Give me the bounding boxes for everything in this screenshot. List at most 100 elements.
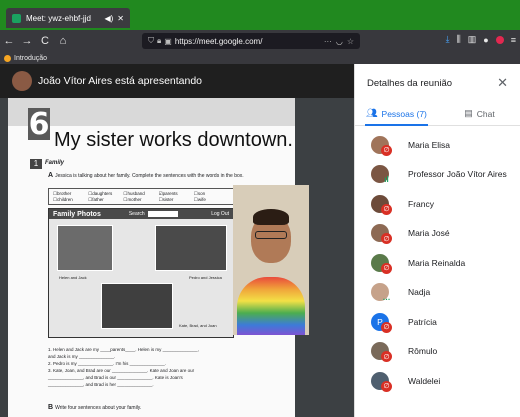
family-photos-logout: Log Out <box>211 211 229 217</box>
photo-kate-brad-joan <box>101 283 173 329</box>
mic-off-icon: ∅ <box>381 233 392 245</box>
family-photos-search-box <box>147 211 178 217</box>
library-icon[interactable]: ⫼ <box>457 34 461 45</box>
presenter-text: João Vítor Aires está apresentando <box>38 75 203 87</box>
word-box: brother daughters husband parents son ch… <box>48 188 234 205</box>
speaker-icon[interactable]: ◀) <box>104 14 113 23</box>
page-actions-icon[interactable]: ··· <box>324 37 332 46</box>
participant-row[interactable]: ∅ Maria Elisa <box>355 130 520 160</box>
download-icon[interactable]: ⤓ <box>446 34 450 45</box>
shield-icon: ⛉ <box>148 36 154 45</box>
panel-tabs: 👥︎ Pessoas (7) ▤ Chat <box>355 102 520 126</box>
exercise-line: ______________, and Brad is her ________… <box>48 382 154 387</box>
presenter-avatar <box>12 71 32 91</box>
participant-row[interactable]: ∅ Waldelei <box>355 366 520 396</box>
family-photos-search-label: Search <box>128 211 145 217</box>
participant-row[interactable]: ∅ Rômulo <box>355 337 520 367</box>
presenter-banner: João Vítor Aires está apresentando <box>0 64 354 98</box>
participant-list: ∅ Maria Elisa ıl Professor João Vítor Ai… <box>355 130 520 396</box>
reload-button[interactable]: C <box>36 35 54 47</box>
avatar: ıl <box>371 165 389 185</box>
chapter-number: 6 <box>28 106 50 142</box>
mic-off-icon: ∅ <box>381 203 392 215</box>
participant-row[interactable]: P ∅ Patrícia <box>355 307 520 337</box>
pocket-icon[interactable]: ◡ <box>336 37 343 46</box>
address-bar[interactable]: ⛉ 🔒︎ ▣ https://meet.google.com/ ··· ◡ ☆ <box>142 33 360 49</box>
meet-favicon-icon <box>12 13 21 23</box>
participant-name: Nadja <box>408 287 431 298</box>
tab-close-icon[interactable]: ✕ <box>117 14 124 23</box>
participant-name: Maria Reinalda <box>408 257 466 268</box>
book-title: My sister works downtown. <box>54 129 293 151</box>
participant-row[interactable]: ∅ Maria José <box>355 219 520 249</box>
panel-close-button[interactable]: ✕ <box>497 75 508 91</box>
caption-kate-brad-joan: Kate, Brad, and Joan <box>179 323 217 328</box>
avatar: … <box>371 283 391 303</box>
photo-helen-jack <box>57 225 113 271</box>
participant-name: Patrícia <box>408 316 437 327</box>
tab-chat[interactable]: ▤ Chat <box>438 102 520 125</box>
tab-title: Meet: ywz-ehbf-jjd <box>26 13 91 23</box>
participant-name: Francy <box>408 198 434 209</box>
forward-button[interactable]: → <box>18 35 36 47</box>
word-item: father <box>88 197 123 203</box>
permissions-icon[interactable]: ▣ <box>164 37 172 46</box>
participant-row[interactable]: … Nadja <box>355 278 520 308</box>
instruction-letter: A <box>48 172 54 179</box>
participant-row[interactable]: ıl Professor João Vítor Aires <box>355 160 520 190</box>
chat-icon: ▤ <box>464 108 473 118</box>
section-number: 1 <box>30 159 42 169</box>
exercise-lines: 1. Helen and Jack are my ____parents____… <box>48 346 248 388</box>
bookmark-icon <box>4 54 11 62</box>
home-button[interactable]: ⌂ <box>54 35 72 47</box>
extension-icon[interactable] <box>495 35 504 44</box>
word-item: children <box>53 197 88 203</box>
meeting-details-panel: Detalhes da reunião ✕ 👥︎ Pessoas (7) ▤ C… <box>354 64 520 417</box>
family-photos-bar: Family Photos Search Log Out <box>49 209 233 219</box>
back-button[interactable]: ← <box>0 35 18 47</box>
lock-icon: 🔒︎ <box>157 36 162 45</box>
sidebar-icon[interactable]: ▥ <box>468 34 477 45</box>
word-item: mother <box>123 197 158 203</box>
instruction-a: A Jessica is talking about her family. Co… <box>48 172 244 179</box>
participant-shirt <box>237 277 305 335</box>
speaking-icon: … <box>382 293 391 303</box>
exercise-line: 2. Pedro is my ______________. I'm his _… <box>48 361 166 366</box>
participant-name: Rômulo <box>408 346 438 357</box>
avatar: P ∅ <box>371 312 392 333</box>
participant-row[interactable]: ∅ Maria Reinalda <box>355 248 520 278</box>
exercise-line: ______________, and Brad is our ________… <box>48 375 183 380</box>
tab-people[interactable]: 👥︎ Pessoas (7) <box>355 102 438 126</box>
avatar: ∅ <box>371 342 392 363</box>
participant-name: Waldelei <box>408 375 441 386</box>
tab-chat-label: Chat <box>476 108 495 119</box>
participant-video-tile[interactable] <box>233 185 309 335</box>
navigation-bar: ← → C ⌂ ⛉ 🔒︎ ▣ https://meet.google.com/ … <box>0 30 520 52</box>
mic-off-icon: ∅ <box>381 321 392 333</box>
caption-pedro-jessica: Pedro and Jessica <box>189 275 222 280</box>
account-icon[interactable]: ● <box>483 35 488 45</box>
avatar: ∅ <box>371 194 392 215</box>
book-header-band <box>8 98 295 126</box>
browser-tab[interactable]: Meet: ywz-ehbf-jjd ◀) ✕ <box>6 8 130 28</box>
bookmark-star-icon[interactable]: ☆ <box>347 37 354 46</box>
family-photos-window: Family Photos Search Log Out Helen and J… <box>48 208 234 338</box>
participant-row[interactable]: ∅ Francy <box>355 189 520 219</box>
caption-helen-jack: Helen and Jack <box>59 275 87 280</box>
menu-icon[interactable]: ≡ <box>511 35 516 45</box>
word-item: wife <box>194 197 229 203</box>
participant-hair <box>253 209 289 225</box>
speaking-icon: ıl <box>384 175 389 185</box>
participant-name: Maria José <box>408 228 450 239</box>
avatar: ∅ <box>371 135 392 156</box>
instruction-text: Jessica is talking about her family. Com… <box>55 173 244 179</box>
bookmarks-bar: Introdução <box>0 52 520 64</box>
mic-off-icon: ∅ <box>381 262 392 274</box>
family-photos-title: Family Photos <box>53 210 101 218</box>
instruction-b: B Write four sentences about your family. <box>48 404 141 411</box>
bookmark-introducao[interactable]: Introdução <box>14 55 47 62</box>
browser-tab-bar: Meet: ywz-ehbf-jjd ◀) ✕ <box>0 0 520 30</box>
instruction-b-text: Write four sentences about your family. <box>55 405 142 411</box>
url-text[interactable]: https://meet.google.com/ <box>175 37 320 46</box>
instruction-b-letter: B <box>48 404 54 411</box>
